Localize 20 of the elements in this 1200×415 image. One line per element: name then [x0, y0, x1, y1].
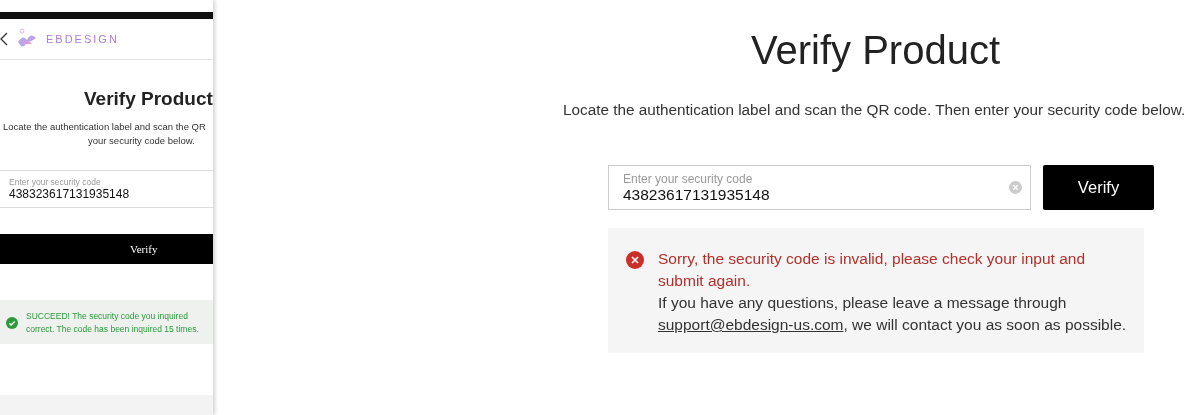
- message-text: correct. The code has been inquired 15 times.: [26, 323, 199, 336]
- verify-button[interactable]: Verify: [1043, 165, 1154, 210]
- page-title: Verify Product: [83, 88, 213, 110]
- brand-name: EBDESIGN: [46, 33, 119, 45]
- instruction-text: your security code below.: [87, 134, 196, 148]
- email-link[interactable]: support@ebdesign-us.com: [658, 316, 844, 333]
- code-field[interactable]: Enter your security code 438323617131935148: [0, 170, 213, 208]
- field-label: Enter your security code: [623, 171, 754, 186]
- field-value: 438323617131935148: [9, 187, 131, 201]
- instruction-text: Locate the authentication label and scan the QR code. Then enter your security code below.: [563, 101, 1187, 119]
- error-message: Sorry, the security code is invalid, please check your input and submit again.: [658, 249, 1087, 291]
- instruction-text: Locate the authentication label and scan the QR: [2, 120, 207, 134]
- message-text: SUCCEED! The security code you inquired: [26, 310, 189, 323]
- page-title: Verify Product: [750, 28, 1001, 73]
- code-field[interactable]: Enter your security code 43823617131935148: [608, 165, 1031, 210]
- field-value: 43823617131935148: [623, 185, 771, 204]
- verify-button[interactable]: Verify: [0, 234, 213, 264]
- back-icon[interactable]: [0, 32, 8, 46]
- field-label: Enter your security code: [9, 177, 102, 187]
- help-text: If you have any questions, please leave a message through support@ebdesign-us.com, we will contact you as soon as possible.: [658, 293, 1128, 335]
